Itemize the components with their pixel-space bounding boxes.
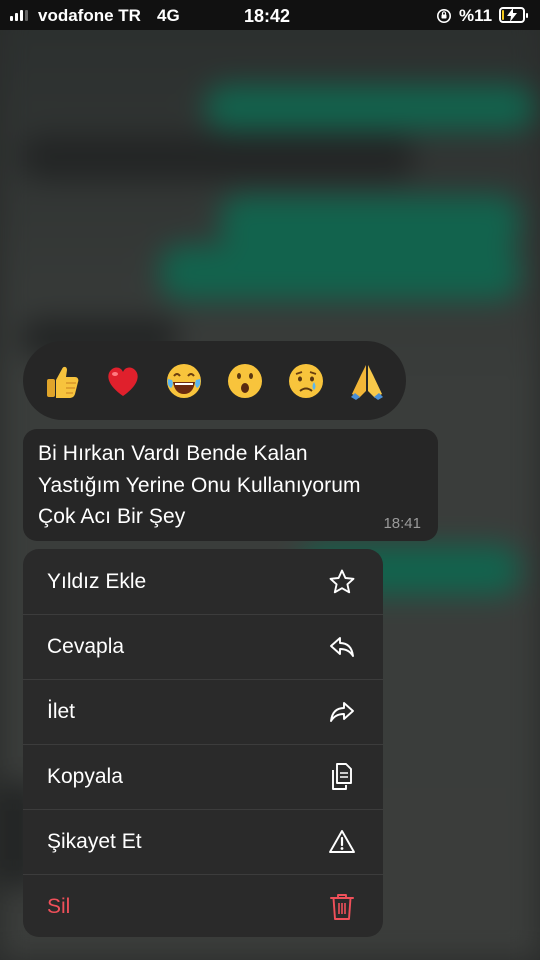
message-line: Çok Acı Bir Şey: [38, 505, 186, 528]
battery-percent: %11: [459, 6, 493, 25]
reaction-crying[interactable]: [284, 359, 328, 403]
menu-item-label: Şikayet Et: [47, 830, 142, 853]
menu-item-label: Kopyala: [47, 765, 123, 788]
message-context-menu: Yıldız Ekle Cevapla İlet Kopyala Şikayet…: [23, 549, 383, 937]
message-timestamp: 18:41: [383, 515, 421, 532]
message-line: Yastığım Yerine Onu Kullanıyorum: [38, 473, 361, 497]
warning-icon: [327, 827, 357, 857]
reaction-pray[interactable]: [345, 359, 389, 403]
menu-item-copy[interactable]: Kopyala: [23, 744, 383, 809]
message-bubble: Bi Hırkan Vardı Bende Kalan Yastığım Yer…: [23, 429, 438, 541]
reaction-surprised[interactable]: [223, 359, 267, 403]
carrier-name: vodafone TR: [38, 6, 141, 25]
menu-item-label: Cevapla: [47, 635, 125, 658]
menu-item-report[interactable]: Şikayet Et: [23, 809, 383, 874]
praying-hands-icon: [351, 364, 384, 400]
surprised-face-icon: [228, 363, 263, 398]
copy-icon: [327, 762, 357, 792]
reaction-laughing[interactable]: [162, 359, 206, 403]
menu-item-label: İlet: [47, 700, 76, 723]
status-time: 18:42: [244, 6, 291, 26]
laughing-face-icon: [166, 363, 201, 398]
star-icon: [327, 567, 357, 597]
signal-icon: [10, 9, 28, 21]
battery-charging-icon: [499, 7, 528, 23]
trash-icon: [327, 892, 357, 922]
thumbs-up-icon: [46, 366, 78, 398]
message-line: Bi Hırkan Vardı Bende Kalan: [38, 442, 308, 465]
forward-icon: [327, 697, 357, 727]
status-bar: vodafone TR 4G 18:42 %11: [0, 0, 540, 30]
reaction-heart[interactable]: [101, 359, 145, 403]
crying-face-icon: [289, 363, 324, 398]
menu-item-label: Sil: [47, 895, 71, 918]
message-text: Bi Hırkan Vardı Bende Kalan Yastığım Yer…: [38, 438, 422, 533]
menu-item-reply[interactable]: Cevapla: [23, 614, 383, 679]
menu-item-label: Yıldız Ekle: [47, 569, 147, 593]
orientation-lock-icon: [437, 9, 451, 23]
network-type: 4G: [157, 6, 180, 25]
heart-icon: [108, 367, 138, 396]
menu-item-delete[interactable]: Sil: [23, 874, 383, 937]
reply-icon: [327, 632, 357, 662]
reaction-bar: [23, 341, 406, 420]
menu-item-forward[interactable]: İlet: [23, 679, 383, 744]
menu-item-star[interactable]: Yıldız Ekle: [23, 549, 383, 614]
reaction-thumbs-up[interactable]: [40, 359, 84, 403]
